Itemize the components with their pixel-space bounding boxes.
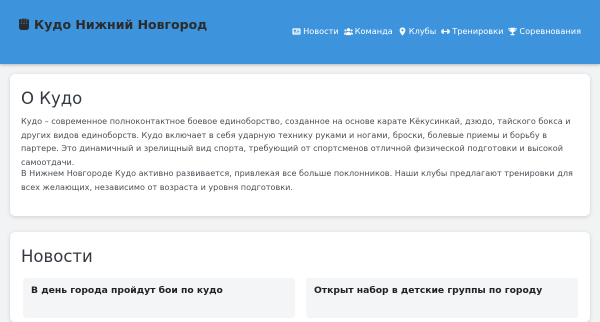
news-item[interactable]: Открыт набор в детские группы по городу — [306, 278, 578, 318]
news-item-title: Открыт набор в детские группы по городу — [314, 285, 543, 296]
newspaper-icon — [292, 27, 301, 35]
map-marker-icon — [399, 26, 406, 36]
nav-item-competitions[interactable]: Соревнования — [508, 26, 581, 36]
trophy-icon — [508, 27, 518, 35]
brand-link[interactable]: Кудо Нижний Новгород — [18, 17, 207, 32]
nav-label-competitions: Соревнования — [519, 26, 581, 36]
nav-item-clubs[interactable]: Клубы — [398, 26, 436, 36]
main-nav: Новости Команда Клубы Тренировки Соревно… — [292, 26, 581, 36]
news-title: Новости — [21, 247, 93, 266]
nav-label-team: Команда — [354, 26, 393, 36]
site-header: Кудо Нижний Новгород Новости Команда Клу… — [0, 0, 600, 64]
dumbbell-icon — [441, 28, 450, 34]
nav-item-team[interactable]: Команда — [343, 26, 393, 36]
nav-label-news: Новости — [303, 26, 339, 36]
brand-title: Кудо Нижний Новгород — [34, 17, 208, 32]
about-title: О Кудо — [21, 89, 83, 108]
nav-label-clubs: Клубы — [408, 26, 437, 36]
nav-item-news[interactable]: Новости — [292, 26, 339, 36]
news-card: Новости В день города пройдут бои по куд… — [10, 232, 590, 322]
fist-icon — [19, 18, 29, 30]
news-item[interactable]: В день города пройдут бои по кудо — [23, 278, 295, 318]
users-icon — [343, 27, 353, 35]
about-card: О Кудо Кудо – современное полноконтактно… — [10, 74, 590, 216]
nav-item-trainings[interactable]: Тренировки — [441, 26, 503, 36]
about-paragraph-2: В Нижнем Новгороде Кудо активно развивае… — [21, 168, 573, 192]
about-paragraph-1: Кудо – современное полноконтактное боево… — [21, 116, 571, 167]
nav-label-trainings: Тренировки — [452, 26, 504, 36]
news-item-title: В день города пройдут бои по кудо — [31, 285, 223, 296]
